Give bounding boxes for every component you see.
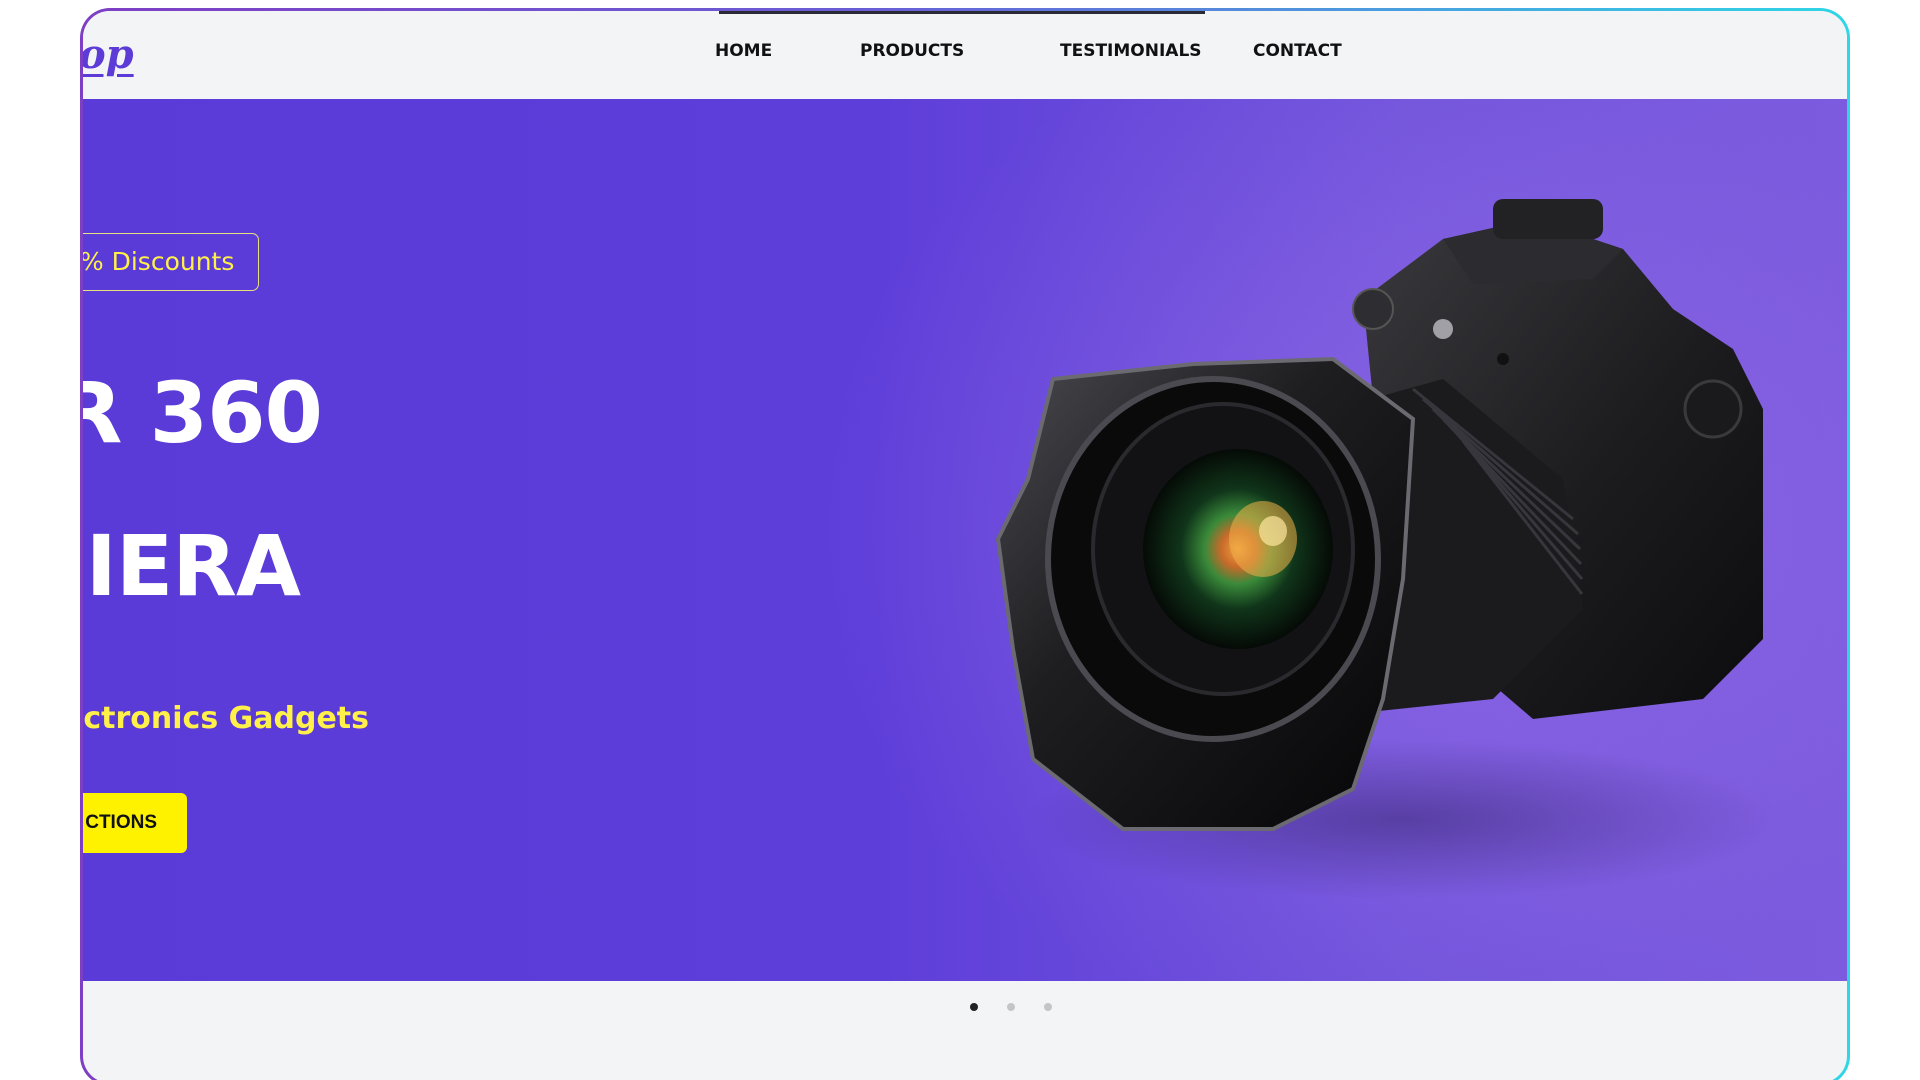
dslr-camera-image	[995, 199, 1783, 899]
nav-products[interactable]: PRODUCTS	[860, 41, 964, 61]
hero-title-line-2: IERA	[85, 517, 301, 615]
page: op HOME PRODUCTS TESTIMONIALS CONTACT 0%…	[83, 11, 1847, 1080]
carousel-dot-1[interactable]	[970, 1003, 978, 1011]
nav-active-indicator	[719, 11, 1205, 14]
nav-testimonials[interactable]: TESTIMONIALS	[1060, 41, 1202, 61]
main-nav: HOME PRODUCTS TESTIMONIALS CONTACT	[83, 41, 1847, 71]
carousel-dot-2[interactable]	[1007, 1003, 1015, 1011]
carousel-dot-3[interactable]	[1044, 1003, 1052, 1011]
camera-button-icon	[1433, 319, 1453, 339]
hero-subtitle-highlight: Electronics Gadgets	[83, 701, 369, 736]
hero-banner: 0% Discounts R 360 IERA s Electronics Ga…	[83, 99, 1847, 981]
collections-button[interactable]: CTIONS	[83, 793, 187, 853]
nav-contact[interactable]: CONTACT	[1253, 41, 1342, 61]
hot-shoe	[1493, 199, 1603, 239]
carousel-dots	[83, 1003, 1847, 1017]
discount-badge: 0% Discounts	[83, 233, 259, 291]
hero-subtitle: s Electronics Gadgets	[83, 701, 369, 736]
hero-title-line-1: R 360	[83, 364, 323, 462]
browser-frame: op HOME PRODUCTS TESTIMONIALS CONTACT 0%…	[80, 8, 1850, 1080]
nav-home[interactable]: HOME	[715, 41, 772, 61]
mode-dial-icon	[1352, 288, 1394, 330]
site-header: op HOME PRODUCTS TESTIMONIALS CONTACT	[83, 11, 1847, 99]
